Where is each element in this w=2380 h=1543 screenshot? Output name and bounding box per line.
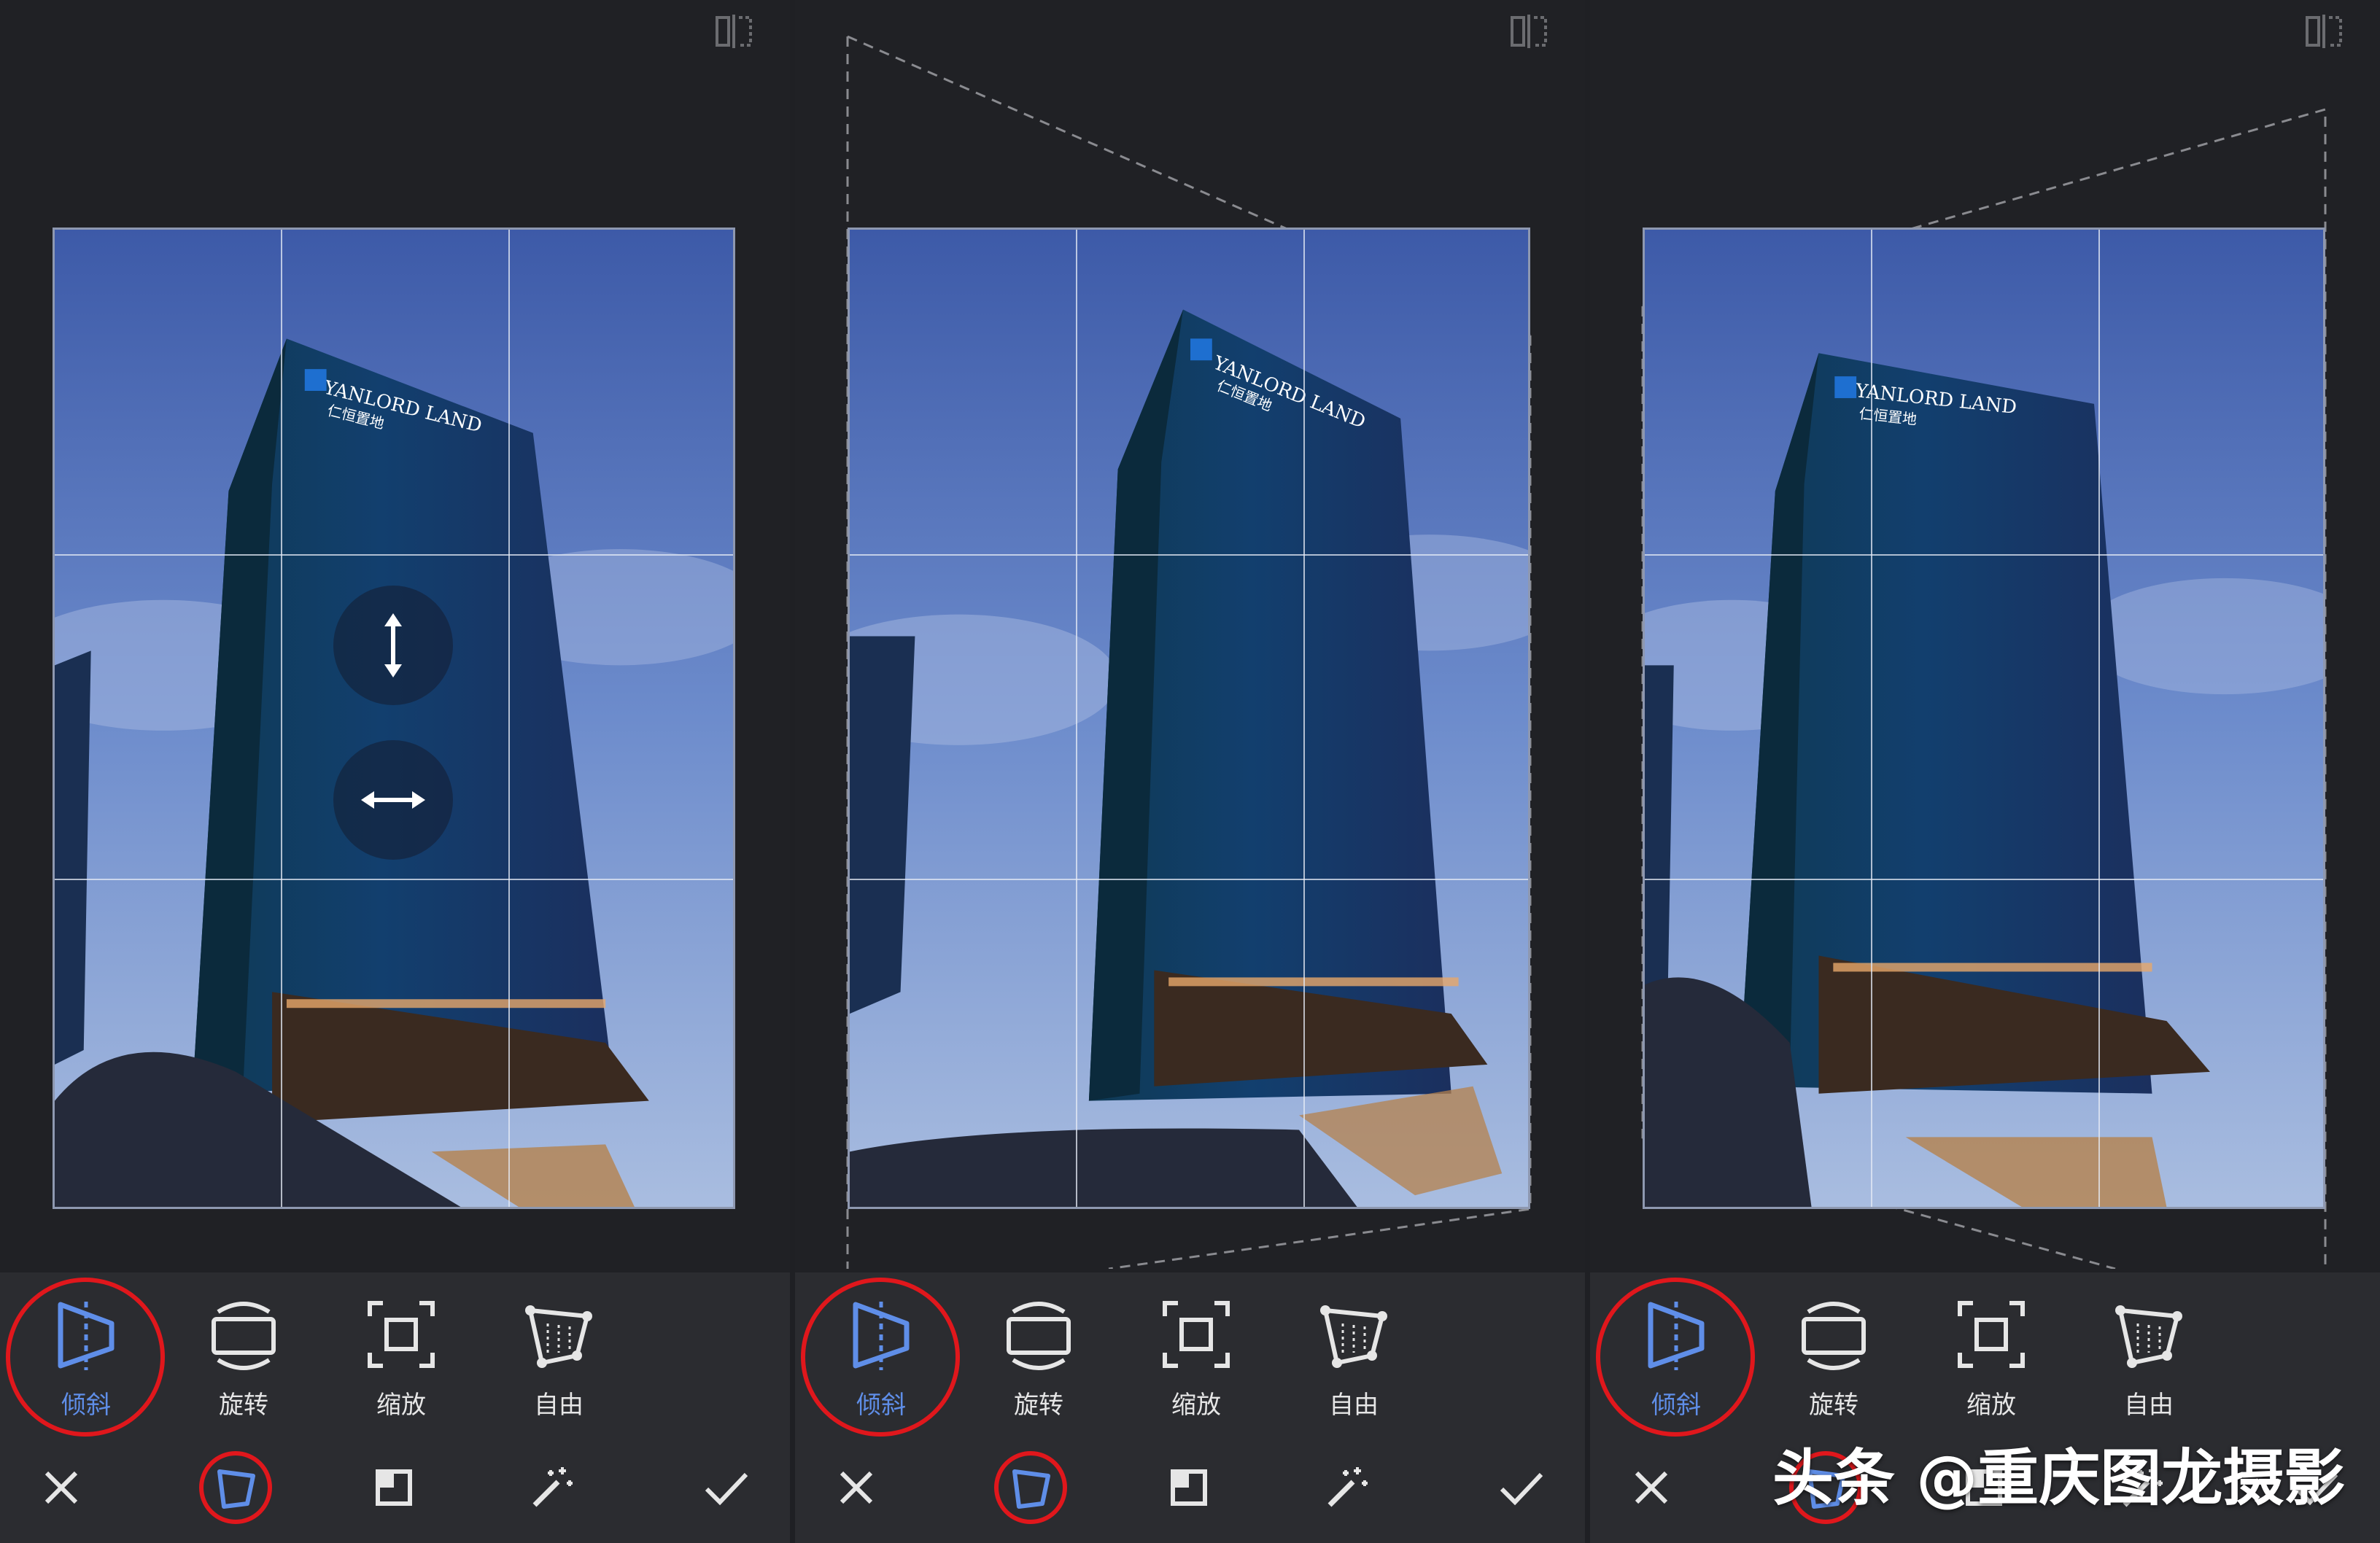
- editor-panel-2: YANLORD LAND 仁恒置地 倾斜 旋转 缩放 自由: [795, 0, 1585, 1543]
- close-icon: [840, 1471, 873, 1504]
- close-icon: [44, 1471, 78, 1504]
- rotate-icon: [212, 1302, 276, 1370]
- tool-scale[interactable]: 缩放: [336, 1294, 467, 1433]
- magic-button[interactable]: [522, 1458, 580, 1517]
- tool-tilt[interactable]: 倾斜: [20, 1294, 152, 1433]
- tool-tilt[interactable]: 倾斜: [1610, 1294, 1742, 1433]
- perspective-icon: [217, 1469, 255, 1509]
- tilt-perspective-icon: [853, 1302, 910, 1370]
- tool-rotate[interactable]: 旋转: [178, 1294, 309, 1433]
- tool-free-label: 自由: [534, 1391, 584, 1420]
- magic-wand-icon: [1327, 1467, 1368, 1507]
- tool-scale[interactable]: 缩放: [1131, 1294, 1262, 1433]
- cancel-button[interactable]: [827, 1458, 885, 1517]
- tool-tilt-label: 倾斜: [856, 1391, 906, 1420]
- scale-icon: [368, 1301, 435, 1368]
- free-transform-icon: [525, 1305, 592, 1368]
- tool-rotate[interactable]: 旋转: [973, 1294, 1104, 1433]
- photo-image: YANLORD LAND 仁恒置地: [850, 230, 1528, 1207]
- apply-button[interactable]: [1492, 1458, 1550, 1517]
- compare-icon[interactable]: [1509, 13, 1548, 50]
- perspective-tab-button[interactable]: [206, 1458, 265, 1517]
- tool-free-label: 自由: [1329, 1391, 1379, 1420]
- tool-scale-label: 缩放: [1966, 1391, 2016, 1420]
- expand-icon: [376, 1469, 412, 1506]
- photo-image: YANLORD LAND 仁恒置地: [1645, 230, 2323, 1207]
- photo-canvas[interactable]: YANLORD LAND 仁恒置地: [53, 228, 735, 1209]
- close-icon: [1635, 1471, 1668, 1504]
- tool-rotate-label: 旋转: [1809, 1391, 1858, 1420]
- tool-rotate-label: 旋转: [1014, 1391, 1063, 1420]
- tilt-perspective-icon: [1648, 1302, 1705, 1370]
- tool-scale[interactable]: 缩放: [1926, 1294, 2057, 1433]
- apply-button[interactable]: [697, 1458, 755, 1517]
- photo-canvas[interactable]: YANLORD LAND 仁恒置地: [1643, 228, 2325, 1209]
- tool-tilt-label: 倾斜: [61, 1391, 111, 1420]
- tool-rotate[interactable]: 旋转: [1768, 1294, 1899, 1433]
- cancel-button[interactable]: [1622, 1458, 1681, 1517]
- compare-icon[interactable]: [714, 13, 753, 50]
- photo-canvas[interactable]: YANLORD LAND 仁恒置地: [848, 228, 1530, 1209]
- scale-icon: [1163, 1301, 1230, 1368]
- tool-scale-label: 缩放: [376, 1391, 426, 1420]
- bottom-action-bar: [0, 1429, 790, 1543]
- photo-image: YANLORD LAND 仁恒置地: [55, 230, 733, 1207]
- tool-free[interactable]: 自由: [1288, 1294, 1419, 1433]
- rotate-icon: [1802, 1302, 1866, 1370]
- checkmark-icon: [705, 1472, 748, 1506]
- expand-icon: [1171, 1469, 1207, 1506]
- free-transform-icon: [2115, 1305, 2182, 1368]
- tool-rotate-label: 旋转: [219, 1391, 268, 1420]
- compare-icon[interactable]: [2304, 13, 2344, 50]
- editor-panel-1: YANLORD LAND 仁恒置地 倾斜 旋转 缩放 自由: [0, 0, 790, 1543]
- magic-wand-icon: [532, 1467, 573, 1507]
- magic-button[interactable]: [1317, 1458, 1375, 1517]
- tool-free[interactable]: 自由: [493, 1294, 624, 1433]
- expand-button[interactable]: [1160, 1458, 1218, 1517]
- rotate-icon: [1007, 1302, 1071, 1370]
- tool-tilt[interactable]: 倾斜: [815, 1294, 947, 1433]
- editor-panel-3: YANLORD LAND 仁恒置地 倾斜 旋转 缩放 自由: [1590, 0, 2380, 1543]
- tool-free-label: 自由: [2124, 1391, 2174, 1420]
- cancel-button[interactable]: [32, 1458, 90, 1517]
- horizontal-tilt-handle[interactable]: [333, 740, 453, 860]
- checkmark-icon: [1500, 1472, 1543, 1506]
- expand-button[interactable]: [365, 1458, 423, 1517]
- tilt-perspective-icon: [58, 1302, 115, 1370]
- vertical-tilt-handle[interactable]: [333, 586, 453, 705]
- bottom-action-bar: [795, 1429, 1585, 1543]
- tool-scale-label: 缩放: [1171, 1391, 1221, 1420]
- scale-icon: [1958, 1301, 2025, 1368]
- perspective-tab-button[interactable]: [1001, 1458, 1060, 1517]
- watermark-text: 头条 @重庆图龙摄影: [1772, 1442, 2346, 1514]
- tool-tilt-label: 倾斜: [1651, 1391, 1701, 1420]
- tool-free[interactable]: 自由: [2083, 1294, 2214, 1433]
- perspective-icon: [1012, 1469, 1050, 1509]
- free-transform-icon: [1320, 1305, 1387, 1368]
